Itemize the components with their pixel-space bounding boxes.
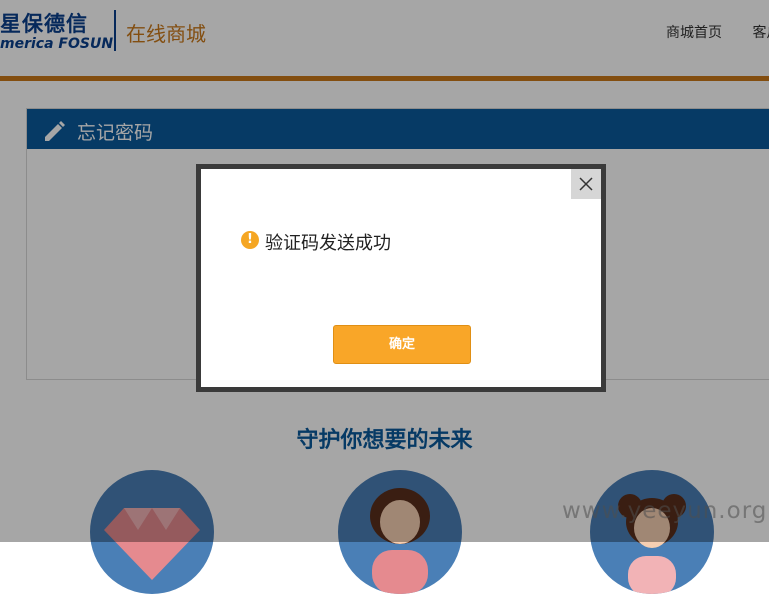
close-button[interactable] (571, 169, 601, 199)
alert-message-text: 验证码发送成功 (265, 233, 391, 254)
warning-icon: ! (241, 231, 259, 249)
confirm-button[interactable]: 确定 (333, 325, 471, 364)
alert-dialog: ! 验证码发送成功 确定 (196, 164, 606, 392)
alert-message: ! 验证码发送成功 (241, 229, 391, 255)
close-icon (579, 177, 593, 191)
